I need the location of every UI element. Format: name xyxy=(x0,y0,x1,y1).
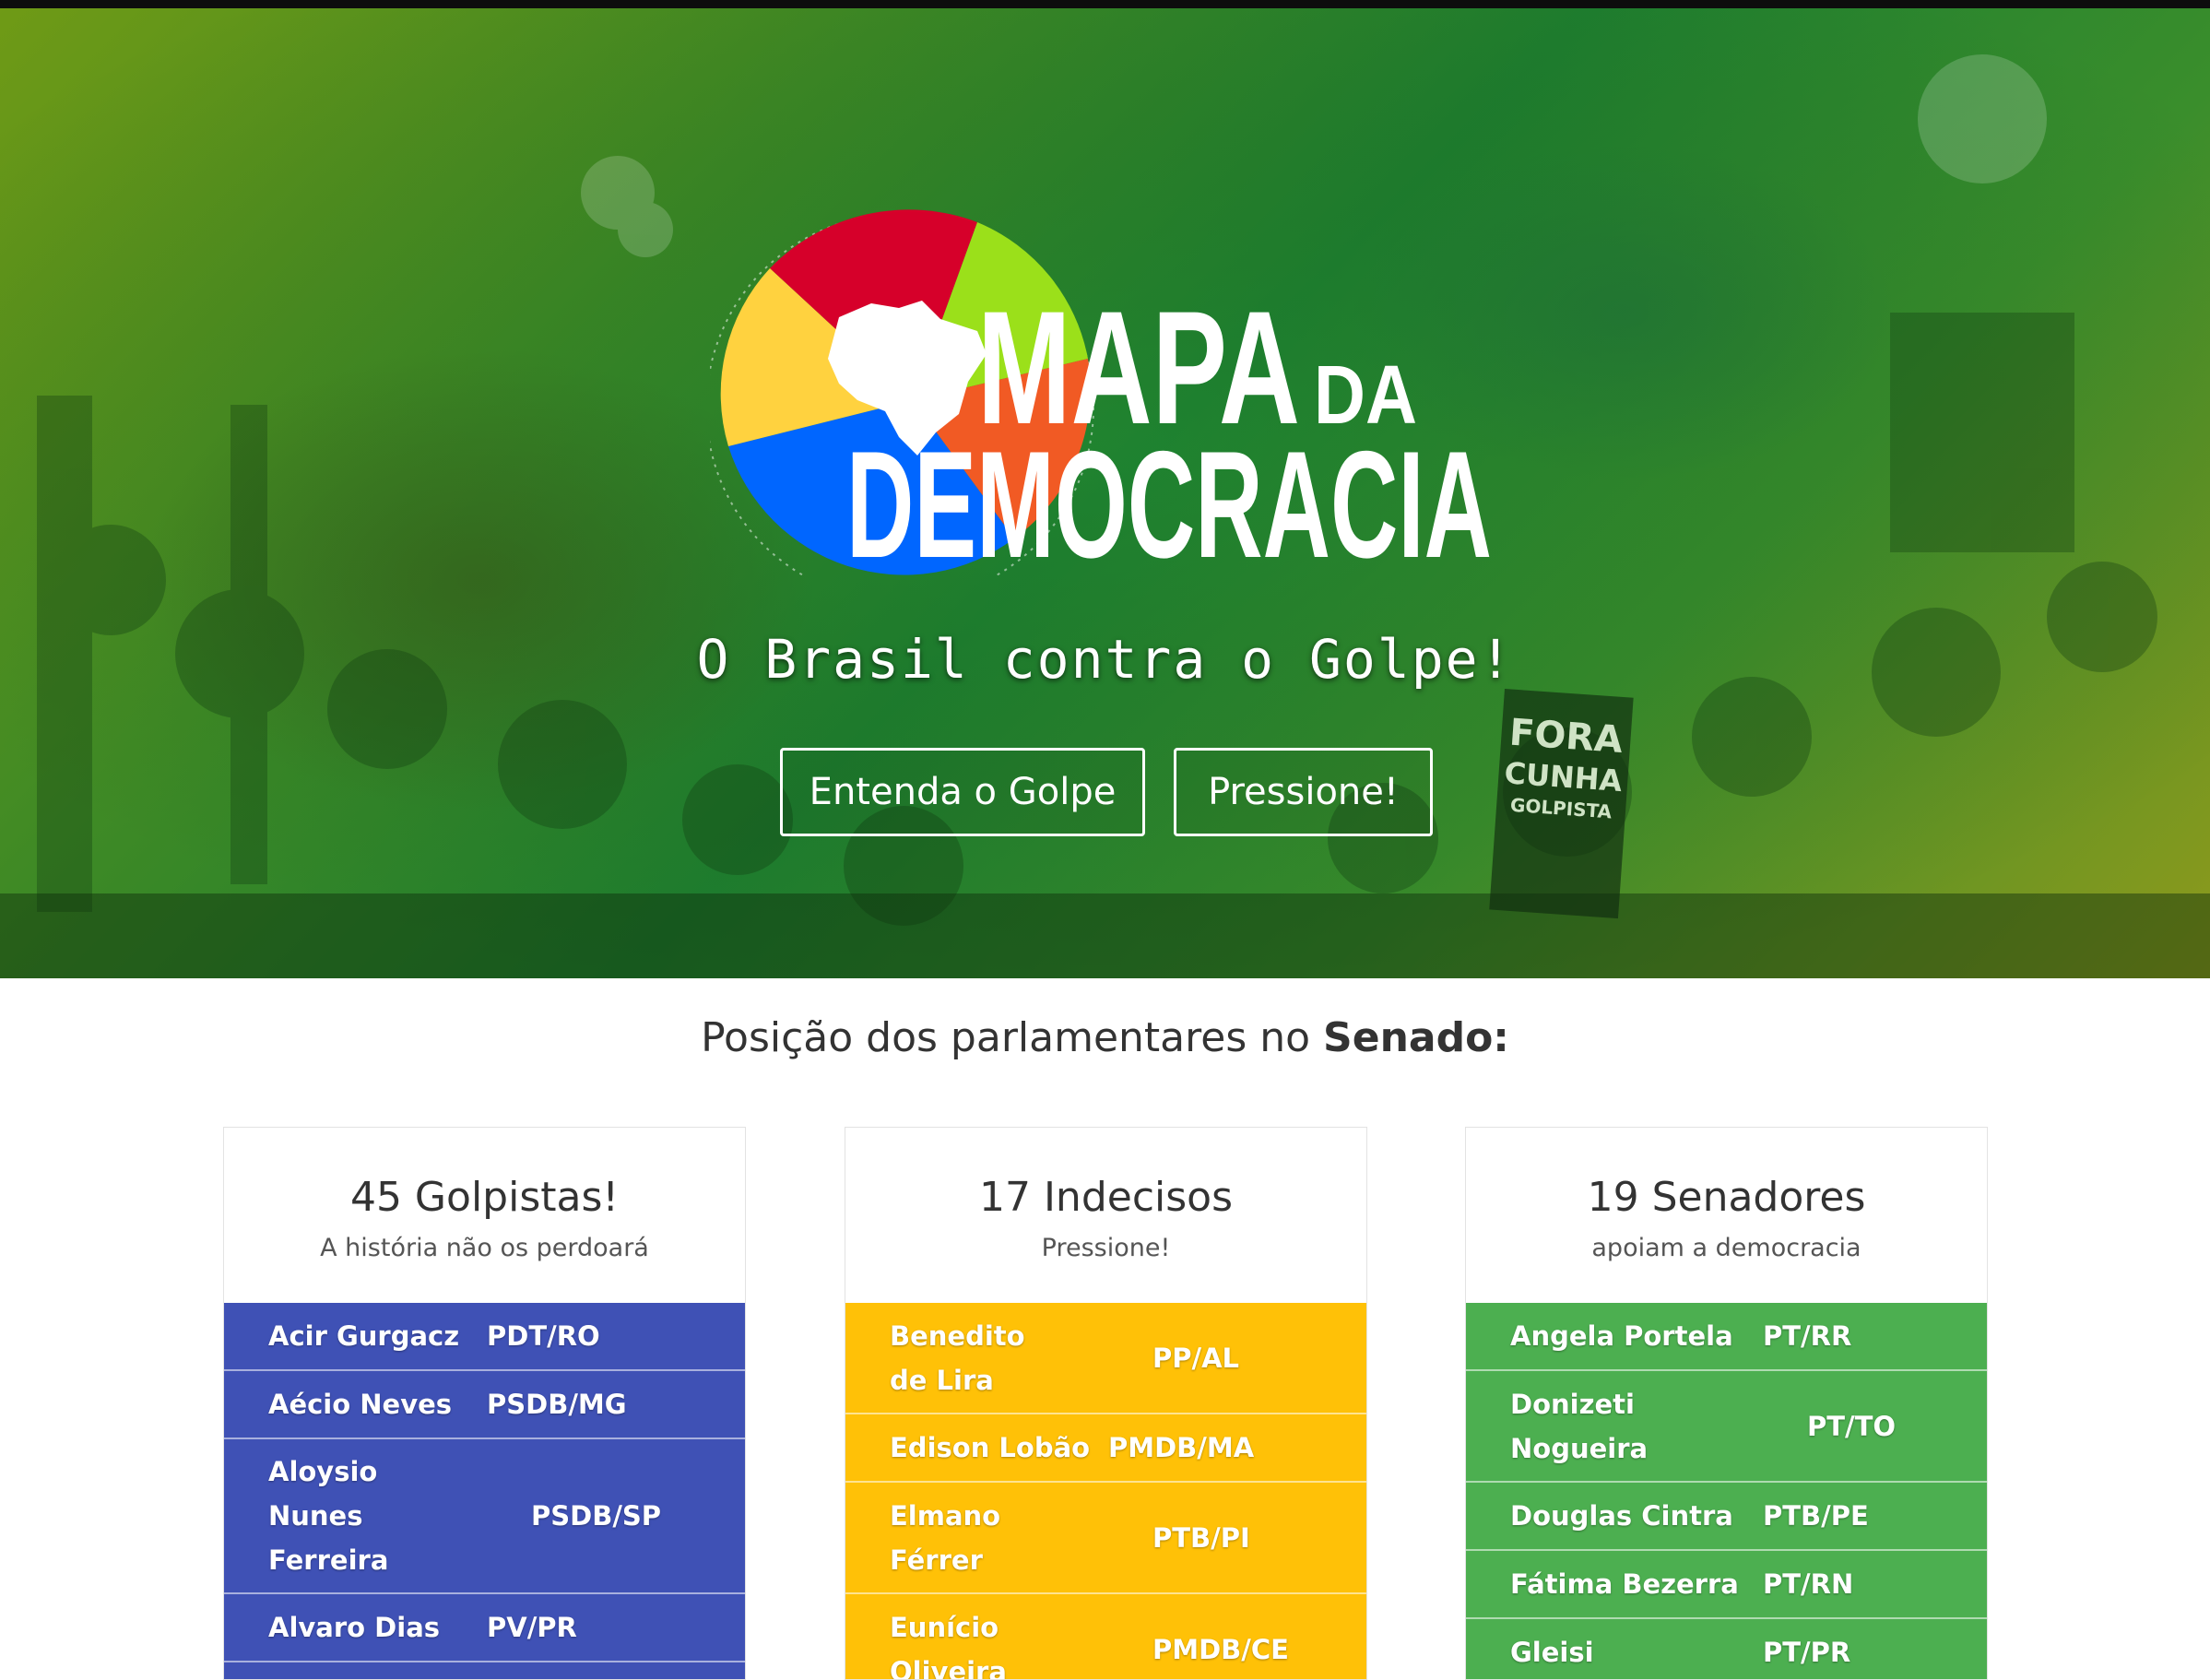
senator-party: PV/PR xyxy=(487,1612,577,1643)
senator-row[interactable]: Edison Lobão PMDB/MA xyxy=(845,1414,1366,1483)
senator-row[interactable] xyxy=(224,1662,745,1680)
senator-row[interactable]: Alvaro Dias PV/PR xyxy=(224,1594,745,1662)
card-header: 17 Indecisos Pressione! xyxy=(845,1128,1366,1303)
card-header: 45 Golpistas! A história não os perdoará xyxy=(224,1128,745,1303)
card-count: 17 Indecisos xyxy=(845,1128,1366,1221)
protest-sign: FORA CUNHA GOLPISTA xyxy=(1489,689,1633,918)
card-subtitle: A história não os perdoará xyxy=(224,1234,745,1262)
senator-row[interactable]: Gleisi PT/PR xyxy=(1466,1619,1987,1680)
senator-name: Douglas Cintra xyxy=(1466,1494,1763,1538)
senator-party: PT/TO xyxy=(1807,1411,1896,1442)
senate-section-title: Posição dos parlamentares no Senado: xyxy=(0,1014,2210,1061)
senadores-democracia-card: 19 Senadores apoiam a democracia Angela … xyxy=(1465,1127,1988,1680)
senator-row[interactable]: Acir Gurgacz PDT/RO xyxy=(224,1303,745,1371)
senator-name: Gleisi xyxy=(1466,1630,1763,1674)
section-title-prefix: Posição dos parlamentares no xyxy=(701,1014,1323,1061)
svg-text:DEMOCRACIA: DEMOCRACIA xyxy=(846,420,1492,575)
senator-name: Edison Lobão xyxy=(845,1426,1108,1470)
senator-row[interactable]: Eunício Oliveira PMDB/CE xyxy=(845,1594,1366,1680)
top-bar xyxy=(0,0,2210,8)
mapa-da-democracia-logo: MAPA DA DEMOCRACIA xyxy=(710,170,1503,575)
senator-party: PT/PR xyxy=(1763,1637,1850,1668)
golpistas-card: 45 Golpistas! A história não os perdoará… xyxy=(223,1127,746,1680)
senator-party: PSDB/MG xyxy=(487,1389,627,1420)
senator-name: Aloysio Nunes Ferreira xyxy=(224,1449,531,1582)
card-header: 19 Senadores apoiam a democracia xyxy=(1466,1128,1987,1303)
entenda-o-golpe-button[interactable]: Entenda o Golpe xyxy=(780,748,1145,836)
svg-text:FORA: FORA xyxy=(1508,712,1625,762)
pressione-button[interactable]: Pressione! xyxy=(1174,748,1433,836)
senator-name: Fátima Bezerra xyxy=(1466,1562,1763,1606)
card-count: 19 Senadores xyxy=(1466,1128,1987,1221)
senator-name: Angela Portela xyxy=(1466,1314,1763,1358)
hero-banner: FORA CUNHA GOLPISTA MAPA DA DEMOCRACIA O… xyxy=(0,8,2210,978)
senator-name: Alvaro Dias xyxy=(224,1605,487,1650)
senator-party: PTB/PI xyxy=(1152,1522,1250,1554)
senator-name: Aécio Neves xyxy=(224,1382,487,1426)
senator-party: PMDB/CE xyxy=(1152,1634,1289,1665)
card-subtitle: apoiam a democracia xyxy=(1466,1234,1987,1262)
senator-row[interactable]: Benedito de Lira PP/AL xyxy=(845,1303,1366,1414)
senator-party: PMDB/MA xyxy=(1108,1432,1254,1463)
senator-row[interactable]: Aécio Neves PSDB/MG xyxy=(224,1371,745,1439)
senator-party: PTB/PE xyxy=(1763,1500,1869,1532)
indecisos-card: 17 Indecisos Pressione! Benedito de Lira… xyxy=(845,1127,1367,1680)
senator-name: Elmano Férrer xyxy=(845,1494,1152,1582)
senator-party: PT/RR xyxy=(1763,1320,1851,1352)
senator-party: PP/AL xyxy=(1152,1343,1239,1374)
senator-row[interactable]: Elmano Férrer PTB/PI xyxy=(845,1483,1366,1594)
senator-party: PSDB/SP xyxy=(531,1500,661,1532)
hero-tagline: O Brasil contra o Golpe! xyxy=(0,628,2210,691)
senator-row[interactable]: Fátima Bezerra PT/RN xyxy=(1466,1551,1987,1619)
senator-row[interactable]: Angela Portela PT/RR xyxy=(1466,1303,1987,1371)
senator-party: PT/RN xyxy=(1763,1568,1853,1600)
senator-row[interactable]: Donizeti Nogueira PT/TO xyxy=(1466,1371,1987,1483)
section-title-bold: Senado: xyxy=(1323,1014,1509,1061)
senator-name: Acir Gurgacz xyxy=(224,1314,487,1358)
senator-row[interactable]: Douglas Cintra PTB/PE xyxy=(1466,1483,1987,1551)
card-subtitle: Pressione! xyxy=(845,1234,1366,1262)
senator-name: Benedito de Lira xyxy=(845,1314,1152,1402)
senator-name: Donizeti Nogueira xyxy=(1466,1382,1807,1471)
card-count: 45 Golpistas! xyxy=(224,1128,745,1221)
senator-party: PDT/RO xyxy=(487,1320,600,1352)
senator-row[interactable]: Aloysio Nunes Ferreira PSDB/SP xyxy=(224,1439,745,1594)
